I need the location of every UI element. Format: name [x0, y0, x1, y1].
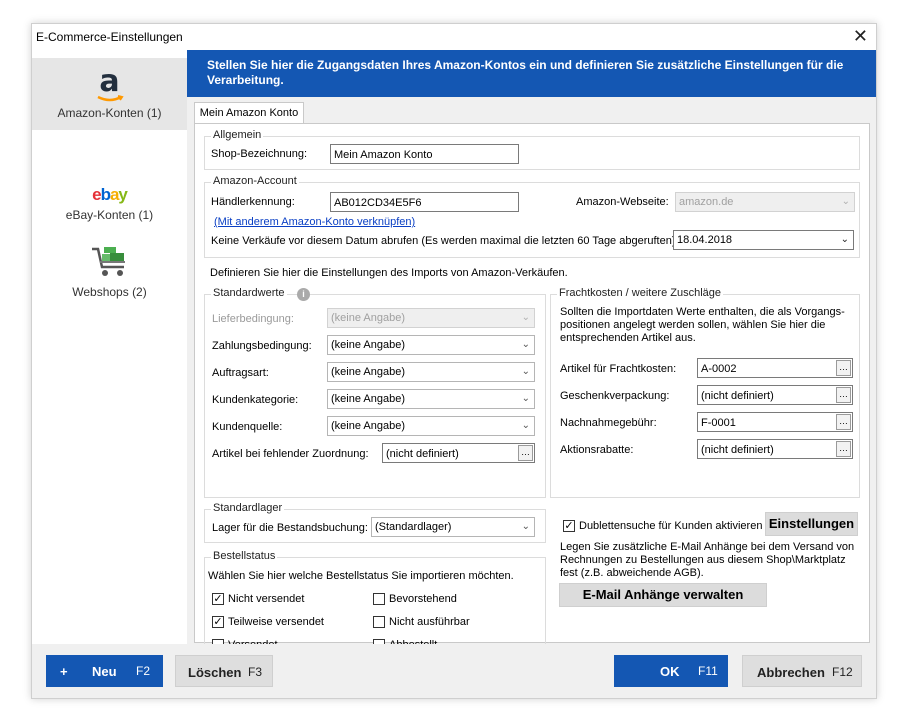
auftragsart-label: Auftragsart:: [212, 367, 269, 379]
loeschen-button[interactable]: Löschen F3: [175, 655, 273, 687]
kundenkategorie-label: Kundenkategorie:: [212, 394, 299, 406]
title-bar: E-Commerce-Einstellungen ✕: [32, 24, 876, 50]
haendler-label: Händlerkennung:: [211, 196, 295, 208]
header-text: Stellen Sie hier die Zugangsdaten Ihres …: [207, 58, 844, 87]
sidebar: a Amazon-Konten (1) ebay eBay-Konten (1)…: [32, 50, 187, 644]
group-title: Allgemein: [211, 129, 264, 141]
kundenquelle-label: Kundenquelle:: [212, 421, 283, 433]
haendlerkennung-field[interactable]: AB012CD34E5F6: [330, 192, 519, 212]
chevron-down-icon: ⌄: [840, 234, 849, 245]
group-amazon-account: Amazon-Account Händlerkennung: AB012CD34…: [204, 175, 860, 258]
sidebar-item-label: Amazon-Konten (1): [57, 106, 162, 120]
shop-label: Shop-Bezeichnung:: [211, 148, 308, 160]
chevron-down-icon: ⌄: [841, 196, 850, 207]
amazon-logo-icon: a: [96, 64, 124, 102]
webseite-label: Amazon-Webseite:: [576, 196, 669, 208]
chevron-down-icon: ⌄: [521, 366, 530, 377]
main-content: Mein Amazon Konto Allgemein Shop-Bezeich…: [187, 97, 876, 659]
link-other-account[interactable]: (Mit anderem Amazon-Konto verknüpfen): [214, 216, 415, 228]
datum-label: Keine Verkäufe vor diesem Datum abrufen …: [211, 235, 679, 247]
nachnahmegebuehr-field[interactable]: F-0001…: [697, 412, 853, 432]
sidebar-item-ebay[interactable]: ebay eBay-Konten (1): [32, 185, 187, 235]
checkbox-teilweise-versendet[interactable]: ✓: [212, 616, 224, 628]
chevron-down-icon: ⌄: [521, 312, 530, 323]
kundenkategorie-select[interactable]: (keine Angabe) ⌄: [327, 389, 535, 409]
checkbox-label: Bevorstehend: [389, 593, 457, 605]
datum-picker[interactable]: 18.04.2018 ⌄: [673, 230, 854, 250]
sidebar-item-webshops[interactable]: Webshops (2): [32, 243, 187, 308]
standardlager-label: Lager für die Bestandsbuchung:: [212, 522, 368, 534]
header-banner: Stellen Sie hier die Zugangsdaten Ihres …: [187, 50, 876, 97]
checkbox-dublettensuche[interactable]: ✓: [563, 520, 575, 532]
chevron-down-icon: ⌄: [521, 339, 530, 350]
geschenkverpackung-field[interactable]: (nicht definiert)…: [697, 385, 853, 405]
group-title: Bestellstatus: [211, 550, 278, 562]
browse-button[interactable]: …: [836, 360, 851, 376]
group-title: Frachtkosten / weitere Zuschläge: [557, 287, 724, 299]
browse-button[interactable]: …: [836, 387, 851, 403]
chevron-down-icon: ⌄: [521, 420, 530, 431]
checkbox-label: Nicht ausführbar: [389, 616, 470, 628]
ok-button[interactable]: OK F11: [614, 655, 728, 687]
tab-panel: Allgemein Shop-Bezeichnung: Mein Amazon …: [194, 123, 870, 659]
info-icon[interactable]: i: [297, 288, 310, 301]
zahlungsbedingung-select[interactable]: (keine Angabe) ⌄: [327, 335, 535, 355]
browse-button[interactable]: …: [836, 414, 851, 430]
abbrechen-button[interactable]: Abbrechen F12: [742, 655, 862, 687]
group-standardwerte: Standardwerte i Lieferbedingung: (keine …: [204, 287, 546, 498]
zahlungsbedingung-label: Zahlungsbedingung:: [212, 340, 312, 352]
window-title: E-Commerce-Einstellungen: [36, 30, 183, 44]
lieferbedingung-label: Lieferbedingung:: [212, 313, 294, 325]
checkbox-nicht-versendet[interactable]: ✓: [212, 593, 224, 605]
frachtkosten-label: Artikel für Frachtkosten:: [560, 363, 677, 375]
sidebar-item-amazon[interactable]: a Amazon-Konten (1): [32, 58, 187, 130]
auftragsart-select[interactable]: (keine Angabe) ⌄: [327, 362, 535, 382]
tab-mein-amazon-konto[interactable]: Mein Amazon Konto: [194, 102, 304, 124]
chevron-down-icon: ⌄: [521, 393, 530, 404]
close-icon[interactable]: ✕: [853, 26, 868, 46]
browse-button[interactable]: …: [836, 441, 851, 457]
frachtkosten-description: Sollten die Importdaten Werte enthalten,…: [560, 306, 845, 344]
frachtkosten-field[interactable]: A-0002…: [697, 358, 853, 378]
group-title: Standardlager: [211, 502, 285, 514]
artikel-fehlend-label: Artikel bei fehlender Zuordnung:: [212, 448, 369, 460]
group-allgemein: Allgemein Shop-Bezeichnung: Mein Amazon …: [204, 129, 860, 170]
aktionsrabatte-field[interactable]: (nicht definiert)…: [697, 439, 853, 459]
amazon-webseite-select[interactable]: amazon.de ⌄: [675, 192, 855, 212]
email-description: Legen Sie zusätzliche E-Mail Anhänge bei…: [560, 541, 855, 579]
checkbox-label: Teilweise versendet: [228, 616, 324, 628]
shopping-cart-icon: [91, 247, 125, 276]
artikel-fehlend-field[interactable]: (nicht definiert) …: [382, 443, 535, 463]
ebay-logo-icon: ebay: [92, 185, 128, 204]
group-frachtkosten: Frachtkosten / weitere Zuschläge Sollten…: [550, 287, 860, 498]
settings-window: E-Commerce-Einstellungen ✕ a Amazon-Kont…: [31, 23, 877, 699]
neu-button[interactable]: + Neu F2: [46, 655, 163, 687]
shop-name-field[interactable]: Mein Amazon Konto: [330, 144, 519, 164]
group-standardlager: Standardlager Lager für die Bestandsbuch…: [204, 502, 546, 543]
aktionsrabatte-label: Aktionsrabatte:: [560, 444, 634, 456]
plus-icon: +: [60, 664, 68, 679]
checkbox-bevorstehend[interactable]: [373, 593, 385, 605]
standardlager-select[interactable]: (Standardlager) ⌄: [371, 517, 535, 537]
sidebar-item-label: Webshops (2): [72, 285, 147, 299]
group-title: Standardwerte: [211, 287, 287, 299]
email-anhaenge-button[interactable]: E-Mail Anhänge verwalten: [559, 583, 767, 607]
checkbox-nicht-ausfuehrbar[interactable]: [373, 616, 385, 628]
einstellungen-button[interactable]: Einstellungen: [765, 512, 858, 536]
bestellstatus-description: Wählen Sie hier welche Bestellstatus Sie…: [208, 570, 514, 582]
dublettensuche-label: Dublettensuche für Kunden aktivieren: [579, 520, 763, 532]
import-text: Definieren Sie hier die Einstellungen de…: [210, 267, 568, 279]
footer-bar: + Neu F2 Löschen F3 OK F11 Abbrechen F12: [32, 644, 876, 698]
geschenkverpackung-label: Geschenkverpackung:: [560, 390, 670, 402]
kundenquelle-select[interactable]: (keine Angabe) ⌄: [327, 416, 535, 436]
nachnahmegebuehr-label: Nachnahmegebühr:: [560, 417, 657, 429]
chevron-down-icon: ⌄: [521, 521, 530, 532]
lieferbedingung-select[interactable]: (keine Angabe) ⌄: [327, 308, 535, 328]
group-title: Amazon-Account: [211, 175, 299, 187]
browse-button[interactable]: …: [518, 445, 533, 461]
sidebar-item-label: eBay-Konten (1): [65, 208, 154, 222]
checkbox-label: Nicht versendet: [228, 593, 305, 605]
